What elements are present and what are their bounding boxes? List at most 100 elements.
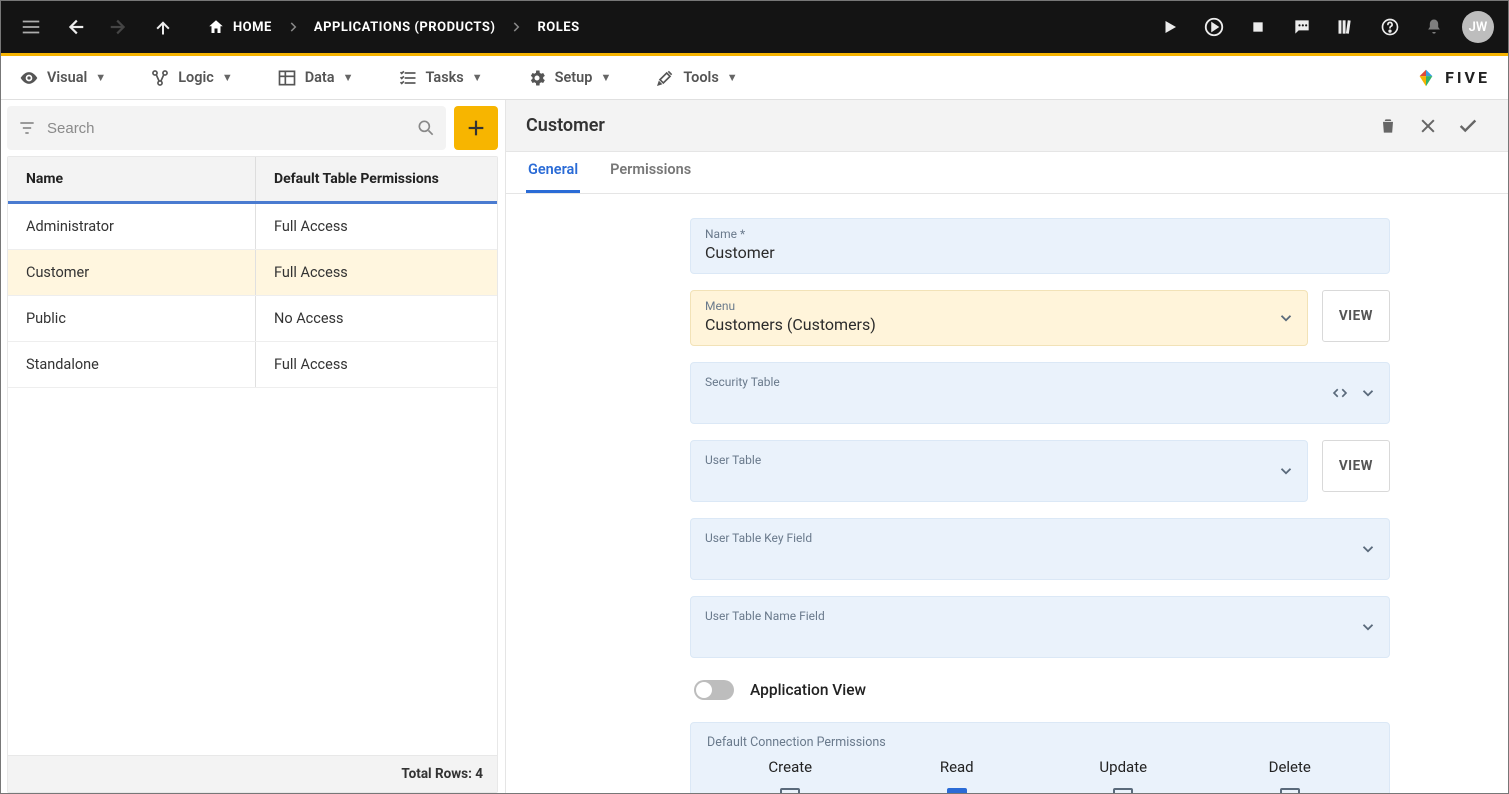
grid-footer: Total Rows: 4	[8, 755, 497, 792]
view-button[interactable]: VIEW	[1322, 290, 1390, 342]
brand-logo-text: FIVE	[1445, 68, 1490, 87]
field-label: Security Table	[705, 375, 1375, 389]
code-icon[interactable]	[1331, 384, 1349, 402]
field-label: Name *	[705, 227, 1375, 241]
chevron-down-icon[interactable]	[1277, 309, 1295, 327]
breadcrumb-roles-label: ROLES	[537, 20, 579, 35]
chevron-down-icon: ▼	[95, 71, 106, 84]
perm-create-checkbox[interactable]	[780, 788, 800, 793]
field-label: Menu	[705, 299, 1293, 313]
perm-delete-checkbox[interactable]	[1280, 788, 1300, 793]
stop-icon[interactable]	[1238, 7, 1278, 47]
tabs: General Permissions	[506, 152, 1508, 194]
table-row[interactable]: Standalone Full Access	[8, 342, 497, 388]
tab-general[interactable]: General	[526, 149, 580, 193]
help-icon[interactable]	[1370, 7, 1410, 47]
chevron-down-icon: ▼	[222, 71, 233, 84]
brand-logo-icon	[1415, 67, 1437, 89]
chevron-down-icon: ▼	[343, 71, 354, 84]
col-name[interactable]: Name	[8, 157, 256, 201]
page-title: Customer	[526, 115, 605, 136]
perm-read-checkbox[interactable]	[947, 788, 967, 793]
hamburger-icon[interactable]	[11, 7, 51, 47]
menu-tasks[interactable]: Tasks▼	[398, 68, 483, 88]
application-view-row: Application View	[690, 674, 1390, 706]
close-button[interactable]	[1408, 106, 1448, 146]
menu-logic[interactable]: Logic▼	[150, 68, 233, 88]
grid-header: Name Default Table Permissions	[8, 157, 497, 204]
menu-data[interactable]: Data▼	[277, 68, 354, 88]
menubar: Visual▼ Logic▼ Data▼ Tasks▼ Setup▼ Tools…	[1, 56, 1508, 100]
field-menu[interactable]: Menu Customers (Customers)	[690, 290, 1308, 346]
main-split: Name Default Table Permissions Administr…	[1, 100, 1508, 793]
menu-setup[interactable]: Setup▼	[527, 68, 612, 88]
breadcrumb: HOME APPLICATIONS (PRODUCTS) ROLES	[193, 18, 594, 36]
chevron-down-icon: ▼	[472, 71, 483, 84]
field-label: User Table	[705, 453, 1293, 467]
menu-tools[interactable]: Tools▼	[655, 68, 737, 88]
perm-update: Update	[1063, 758, 1183, 793]
chat-icon[interactable]	[1282, 7, 1322, 47]
field-label: User Table Key Field	[705, 531, 1375, 545]
field-user-table[interactable]: User Table	[690, 440, 1308, 502]
perm-box-label: Default Connection Permissions	[707, 735, 1373, 750]
default-connection-permissions: Default Connection Permissions Create Re…	[690, 722, 1390, 793]
breadcrumb-apps[interactable]: APPLICATIONS (PRODUCTS)	[300, 20, 510, 35]
play-icon[interactable]	[1150, 7, 1190, 47]
application-view-toggle[interactable]	[694, 680, 734, 700]
field-label: User Table Name Field	[705, 609, 1375, 623]
field-value: Customers (Customers)	[705, 315, 1293, 335]
breadcrumb-apps-label: APPLICATIONS (PRODUCTS)	[314, 20, 496, 35]
detail-panel: Customer General Permissions Name * Cust…	[505, 100, 1508, 793]
avatar[interactable]: JW	[1462, 11, 1494, 43]
col-perm[interactable]: Default Table Permissions	[256, 157, 497, 201]
breadcrumb-home-label: HOME	[233, 20, 272, 35]
bell-icon[interactable]	[1414, 7, 1454, 47]
field-user-key[interactable]: User Table Key Field	[690, 518, 1390, 580]
field-name[interactable]: Name * Customer	[690, 218, 1390, 274]
breadcrumb-roles[interactable]: ROLES	[523, 20, 593, 35]
perm-update-checkbox[interactable]	[1113, 788, 1133, 793]
field-user-name-field[interactable]: User Table Name Field	[690, 596, 1390, 658]
chevron-down-icon[interactable]	[1359, 384, 1377, 402]
menu-visual[interactable]: Visual▼	[19, 68, 106, 88]
field-value	[705, 391, 1375, 411]
library-icon[interactable]	[1326, 7, 1366, 47]
field-value	[705, 547, 1375, 567]
breadcrumb-home[interactable]: HOME	[193, 18, 286, 36]
search-icon[interactable]	[416, 118, 436, 138]
chevron-down-icon: ▼	[727, 71, 738, 84]
forward-icon	[99, 7, 139, 47]
table-row[interactable]: Public No Access	[8, 296, 497, 342]
table-row[interactable]: Administrator Full Access	[8, 204, 497, 250]
brand-logo: FIVE	[1415, 67, 1490, 89]
filter-icon[interactable]	[17, 118, 37, 138]
add-button[interactable]	[454, 106, 498, 150]
save-button[interactable]	[1448, 106, 1488, 146]
delete-button[interactable]	[1368, 106, 1408, 146]
up-icon[interactable]	[143, 7, 183, 47]
debug-icon[interactable]	[1194, 7, 1234, 47]
chevron-down-icon: ▼	[600, 71, 611, 84]
chevron-down-icon[interactable]	[1359, 618, 1377, 636]
chevron-down-icon[interactable]	[1359, 540, 1377, 558]
field-value	[705, 625, 1375, 645]
field-security-table[interactable]: Security Table	[690, 362, 1390, 424]
detail-header: Customer	[506, 100, 1508, 152]
field-value	[705, 469, 1293, 489]
form-scroll[interactable]: Name * Customer Menu Customers (Customer…	[506, 194, 1508, 793]
search-box[interactable]	[7, 106, 446, 150]
chevron-down-icon[interactable]	[1277, 462, 1295, 480]
view-button[interactable]: VIEW	[1322, 440, 1390, 492]
back-icon[interactable]	[55, 7, 95, 47]
table-row[interactable]: Customer Full Access	[8, 250, 497, 296]
form-column: Name * Customer Menu Customers (Customer…	[690, 218, 1390, 793]
perm-create: Create	[730, 758, 850, 793]
tab-permissions[interactable]: Permissions	[608, 149, 693, 193]
search-input[interactable]	[47, 120, 406, 137]
topbar: HOME APPLICATIONS (PRODUCTS) ROLES JW	[1, 1, 1508, 53]
roles-grid: Name Default Table Permissions Administr…	[7, 156, 498, 793]
toggle-label: Application View	[750, 681, 866, 699]
perm-delete: Delete	[1230, 758, 1350, 793]
chevron-icon	[509, 20, 523, 34]
